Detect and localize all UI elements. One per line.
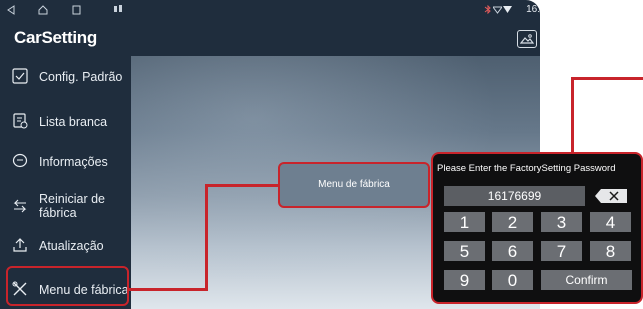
- key-1[interactable]: 1: [444, 212, 485, 232]
- password-dialog: Please Enter the FactorySetting Password…: [431, 152, 643, 304]
- key-5[interactable]: 5: [444, 241, 485, 261]
- confirm-button[interactable]: Confirm: [541, 270, 632, 290]
- connector-line: [571, 77, 643, 80]
- sidebar-item-label: Informações: [39, 155, 108, 169]
- connector-line: [571, 77, 574, 153]
- sidebar-item-lista-branca[interactable]: Lista branca: [0, 103, 130, 139]
- signal-icon: [503, 5, 512, 17]
- bluetooth-icon: [484, 4, 492, 17]
- factory-menu-button[interactable]: Menu de fábrica: [278, 162, 430, 208]
- connector-line: [205, 184, 279, 187]
- connector-line: [205, 184, 208, 290]
- back-nav-icon[interactable]: [7, 5, 15, 18]
- factory-menu-label: Menu de fábrica: [318, 179, 390, 190]
- connector-line: [129, 288, 208, 291]
- chat-bubble-icon: [12, 153, 28, 169]
- recent-apps-icon[interactable]: [72, 5, 81, 18]
- checkbox-icon: [12, 68, 28, 84]
- key-6[interactable]: 6: [492, 241, 533, 261]
- key-2[interactable]: 2: [492, 212, 533, 232]
- sidebar-item-informacoes[interactable]: Informações: [0, 143, 130, 179]
- status-bar: 16:: [0, 0, 540, 22]
- sidebar-highlight: [6, 266, 129, 306]
- sidebar-item-config-padrao[interactable]: Config. Padrão: [0, 58, 130, 94]
- upload-icon: [12, 237, 28, 253]
- app-title: CarSetting: [14, 28, 97, 47]
- backspace-icon: [593, 189, 631, 209]
- wallpaper-button[interactable]: [517, 30, 537, 48]
- sidebar-item-label: Config. Padrão: [39, 70, 123, 84]
- sidebar-item-label: Reiniciar de fábrica: [39, 192, 106, 220]
- sidebar-item-label: Atualização: [39, 239, 104, 253]
- password-dialog-title: Please Enter the FactorySetting Password: [437, 163, 616, 174]
- status-time: 16:: [526, 4, 540, 15]
- password-input[interactable]: 16176699: [444, 186, 585, 206]
- key-3[interactable]: 3: [541, 212, 582, 232]
- notification-icon: [114, 4, 124, 16]
- reset-arrow-icon: [12, 198, 28, 214]
- key-8[interactable]: 8: [590, 241, 631, 261]
- home-nav-icon[interactable]: [38, 5, 48, 18]
- wifi-icon: [492, 5, 503, 17]
- whitelist-doc-icon: [12, 113, 28, 129]
- key-0[interactable]: 0: [492, 270, 533, 290]
- key-7[interactable]: 7: [541, 241, 582, 261]
- key-9[interactable]: 9: [444, 270, 485, 290]
- key-4[interactable]: 4: [590, 212, 631, 232]
- sidebar-item-label: Lista branca: [39, 115, 108, 129]
- backspace-key[interactable]: [593, 187, 631, 205]
- sidebar-item-reiniciar-de-fabrica[interactable]: Reiniciar de fábrica: [0, 184, 130, 228]
- sidebar-item-atualizacao[interactable]: Atualização: [0, 228, 130, 264]
